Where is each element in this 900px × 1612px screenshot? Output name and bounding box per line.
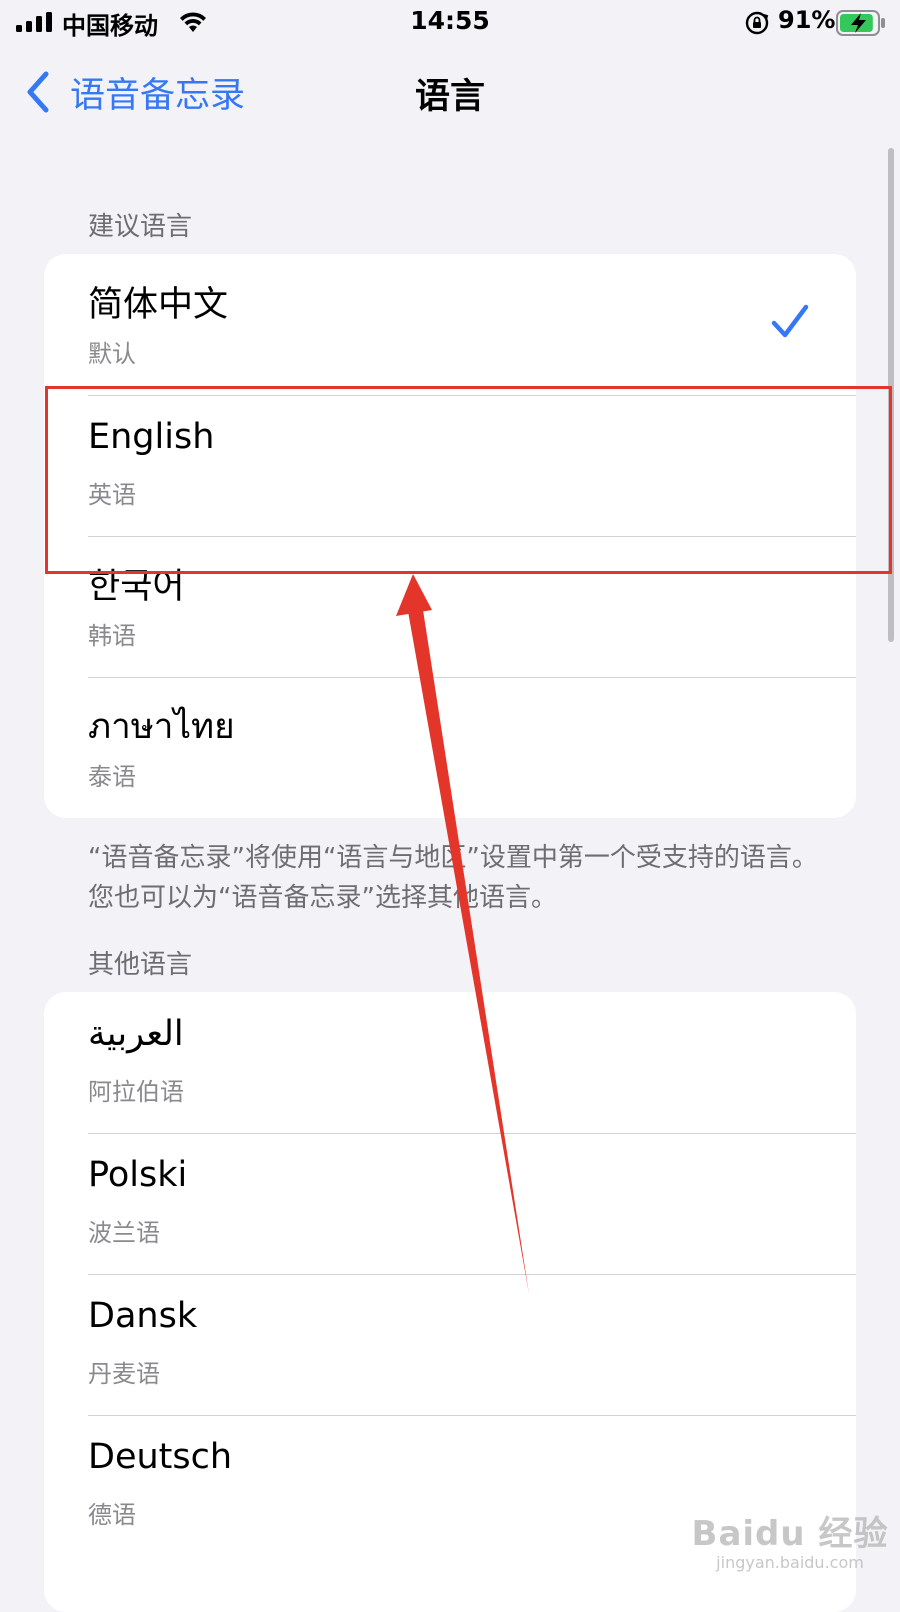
language-subtitle: 丹麦语 [88,1360,160,1388]
language-row-simplified-chinese[interactable]: 简体中文 默认 [44,254,856,395]
language-name: 한국어 [88,567,185,607]
section-header-other: 其他语言 [88,950,193,980]
scrollbar[interactable] [888,148,894,642]
language-row-arabic[interactable]: العربية 阿拉伯语 [44,992,856,1133]
language-subtitle: 韩语 [88,622,136,650]
language-row-polish[interactable]: Polski 波兰语 [44,1133,856,1274]
language-name: العربية [88,1014,184,1054]
checkmark-icon [771,304,809,338]
language-row-thai[interactable]: ภาษาไทย 泰语 [44,677,856,818]
page-title: 语言 [414,77,485,117]
watermark-logo: Baidu 经验 [691,1514,889,1554]
language-subtitle: 波兰语 [88,1219,160,1247]
language-name: English [88,417,215,457]
language-subtitle: 默认 [88,340,136,368]
watermark-url: jingyan.baidu.com [716,1553,864,1572]
language-subtitle: 泰语 [88,763,136,791]
battery-charging-icon [836,10,885,36]
language-row-english[interactable]: English 英语 [44,395,856,536]
baidu-watermark: Baidu 经验 jingyan.baidu.com [690,1506,890,1572]
language-name: Dansk [88,1296,198,1336]
section-header-suggested: 建议语言 [88,212,193,242]
language-row-danish[interactable]: Dansk 丹麦语 [44,1274,856,1415]
language-name: 简体中文 [88,285,229,325]
suggested-languages-list: 简体中文 默认 English 英语 한국어 韩语 ภาษาไทย 泰语 [44,254,856,818]
language-subtitle: 英语 [88,481,136,509]
language-subtitle: 德语 [88,1501,136,1529]
status-bar: 中国移动 14:55 91% [0,0,900,48]
language-name: ภาษาไทย [88,707,235,747]
language-name: Deutsch [88,1437,233,1477]
language-row-korean[interactable]: 한국어 韩语 [44,536,856,677]
suggested-languages-footer: “语音备忘录”将使用“语言与地区”设置中第一个受支持的语言。您也可以为“语音备忘… [88,843,818,913]
battery-percentage: 91% [778,6,836,34]
rotation-lock-icon [745,11,769,35]
language-subtitle: 阿拉伯语 [88,1078,184,1106]
language-name: Polski [88,1155,188,1195]
